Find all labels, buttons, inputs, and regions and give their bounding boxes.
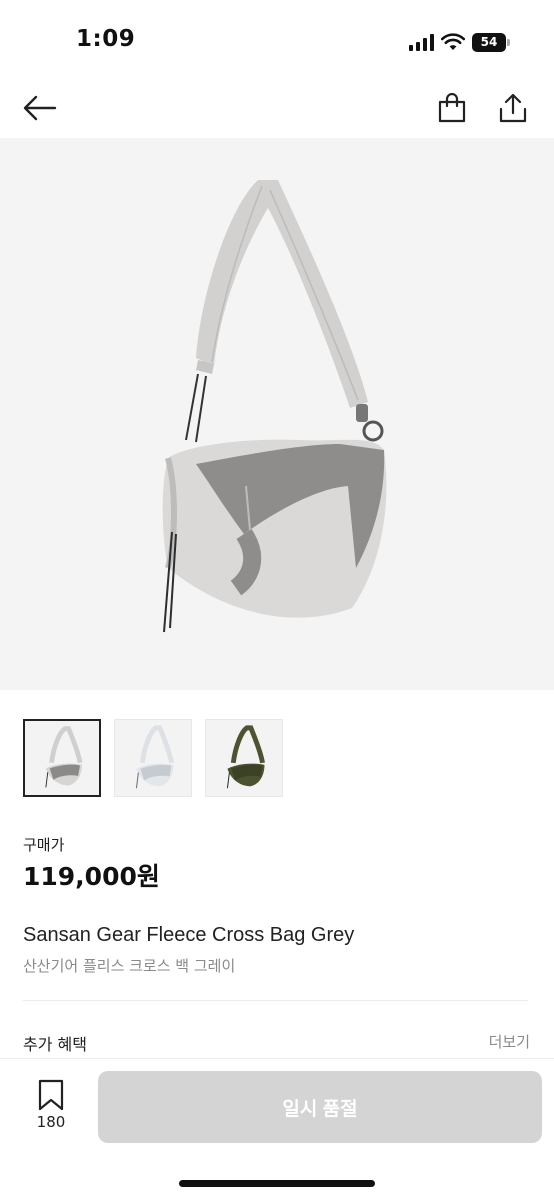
home-indicator bbox=[179, 1180, 375, 1187]
cellular-signal-icon bbox=[409, 33, 434, 51]
section-divider bbox=[23, 1000, 528, 1001]
battery-level: 54 bbox=[480, 35, 498, 49]
thumbnail-light-grey[interactable] bbox=[114, 719, 192, 797]
battery-cap bbox=[507, 38, 510, 46]
price-label: 구매가 bbox=[23, 836, 65, 854]
share-icon bbox=[499, 93, 527, 123]
price-value: 119,000원 bbox=[23, 862, 160, 891]
thumbnail-strip bbox=[23, 719, 283, 797]
wishlist-count: 180 bbox=[36, 1113, 66, 1131]
soldout-button[interactable]: 일시 품절 bbox=[98, 1071, 542, 1143]
shopping-bag-icon bbox=[438, 93, 466, 123]
bag-illustration bbox=[162, 180, 387, 633]
battery-icon: 54 bbox=[472, 32, 506, 52]
thumbnail-olive[interactable] bbox=[205, 719, 283, 797]
product-name-en: Sansan Gear Fleece Cross Bag Grey bbox=[23, 924, 355, 946]
bottom-action-bar: 180 일시 품절 bbox=[0, 1058, 554, 1200]
bag-thumbnail-olive bbox=[226, 725, 265, 789]
nav-bar bbox=[0, 80, 554, 136]
benefits-label: 추가 혜택 bbox=[23, 1035, 87, 1054]
shopping-bag-button[interactable] bbox=[432, 88, 472, 128]
back-button[interactable] bbox=[20, 88, 60, 128]
bag-thumbnail-grey bbox=[45, 726, 83, 788]
status-indicators: 54 bbox=[409, 30, 510, 54]
bag-thumbnail-light-grey bbox=[135, 725, 174, 789]
back-arrow-icon bbox=[23, 95, 57, 121]
share-button[interactable] bbox=[493, 88, 533, 128]
benefits-more-link[interactable]: 더보기 bbox=[489, 1031, 530, 1052]
thumbnail-grey[interactable] bbox=[23, 719, 101, 797]
product-main-image[interactable] bbox=[0, 138, 554, 690]
status-time: 1:09 bbox=[76, 26, 136, 52]
wishlist-button[interactable]: 180 bbox=[28, 1079, 74, 1135]
bookmark-icon bbox=[38, 1079, 64, 1111]
product-name-ko: 산산기어 플리스 크로스 백 그레이 bbox=[23, 957, 236, 975]
wifi-icon bbox=[441, 33, 465, 50]
status-bar: 1:09 54 bbox=[0, 0, 554, 80]
